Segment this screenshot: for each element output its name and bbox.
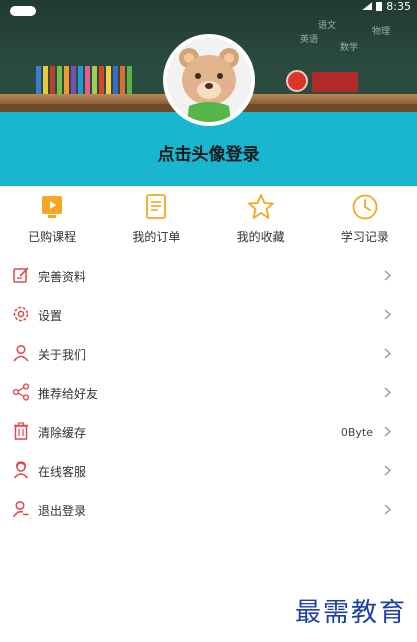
- battery-icon: [376, 1, 383, 11]
- quick-action-purchased-courses[interactable]: 已购课程: [0, 193, 104, 253]
- menu-item-clear-cache[interactable]: 清除缓存 0Byte: [0, 413, 417, 452]
- login-prompt[interactable]: 点击头像登录: [0, 140, 417, 165]
- book-stack-decoration: [312, 72, 358, 92]
- chevron-right-icon: [384, 504, 392, 515]
- menu-item-label: 完善资料: [38, 270, 87, 284]
- support-agent-icon: [13, 461, 29, 479]
- order-document-icon: [146, 194, 167, 219]
- quick-action-study-record[interactable]: 学习记录: [313, 193, 417, 253]
- bookshelf-books: [36, 66, 132, 94]
- chevron-right-icon: [384, 348, 392, 359]
- signal-icon: [362, 2, 373, 10]
- menu-item-label: 设置: [38, 309, 63, 323]
- quick-action-label: 已购课程: [28, 230, 77, 244]
- cache-size-value: 0Byte: [340, 426, 373, 439]
- alarm-clock-decoration: [286, 70, 308, 92]
- menu-item-label: 推荐给好友: [38, 387, 99, 401]
- logout-icon: [12, 500, 29, 518]
- menu-item-recommend-friends[interactable]: 推荐给好友: [0, 374, 417, 413]
- quick-action-favorites[interactable]: 我的收藏: [209, 193, 313, 253]
- chevron-right-icon: [384, 270, 392, 281]
- quick-action-label: 我的收藏: [236, 230, 285, 244]
- quick-action-label: 我的订单: [132, 230, 181, 244]
- menu-item-online-support[interactable]: 在线客服: [0, 452, 417, 491]
- clock-icon: [352, 194, 378, 220]
- avatar[interactable]: [163, 34, 255, 126]
- chalk-word: 物理: [372, 27, 391, 37]
- menu-item-label: 清除缓存: [38, 426, 87, 440]
- menu-item-label: 在线客服: [38, 465, 87, 479]
- status-time: 8:35: [386, 0, 411, 13]
- quick-action-label: 学习记录: [340, 230, 389, 244]
- quick-action-my-orders[interactable]: 我的订单: [104, 193, 208, 253]
- watermark: 最需教育: [294, 598, 407, 628]
- menu-item-complete-profile[interactable]: 完善资料: [0, 257, 417, 296]
- settings-menu: 完善资料 设置 关于我们 推荐给好友 清除缓存 0Byte 在线客服 退出登录: [0, 257, 417, 530]
- menu-item-logout[interactable]: 退出登录: [0, 491, 417, 530]
- chalk-word: 数学: [340, 43, 359, 53]
- trash-icon: [14, 422, 28, 440]
- menu-item-about-us[interactable]: 关于我们: [0, 335, 417, 374]
- edit-profile-icon: [13, 267, 29, 283]
- share-icon: [12, 383, 30, 401]
- chalk-word: 语文: [318, 21, 337, 31]
- menu-item-settings[interactable]: 设置: [0, 296, 417, 335]
- chevron-right-icon: [384, 426, 392, 437]
- play-course-icon: [42, 196, 63, 218]
- chevron-right-icon: [384, 309, 392, 320]
- gear-icon: [13, 306, 29, 322]
- chalk-word: 英语: [300, 35, 319, 45]
- bear-avatar-icon: [167, 38, 251, 122]
- star-icon: [247, 194, 274, 219]
- cloud-decoration: [10, 6, 36, 16]
- chevron-right-icon: [384, 465, 392, 476]
- chevron-right-icon: [384, 387, 392, 398]
- menu-item-label: 关于我们: [38, 348, 87, 362]
- quick-actions: 已购课程 我的订单 我的收藏 学习记录: [0, 193, 417, 253]
- menu-item-label: 退出登录: [38, 504, 87, 518]
- status-bar: 8:35: [362, 0, 411, 13]
- person-icon: [13, 344, 29, 362]
